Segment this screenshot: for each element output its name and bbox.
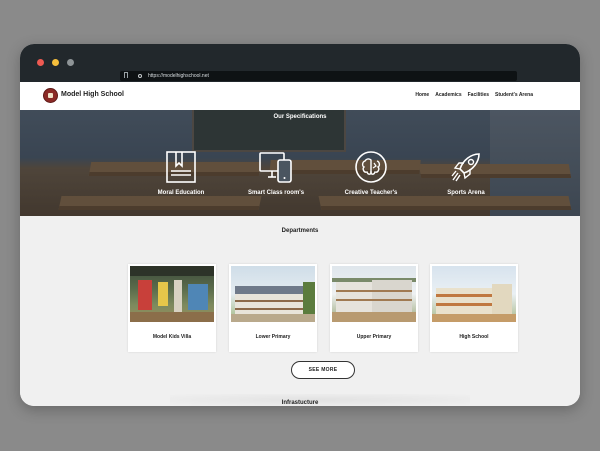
departments-section: Departments Model Kids Villa Lower Prima… [20,216,580,406]
spec-label: Sports Arena [447,190,485,196]
address-bar[interactable]: https://modelhighschool.net [120,71,517,81]
lower-primary-photo [231,266,315,322]
school-logo[interactable] [44,89,57,102]
minimize-window-button[interactable] [52,59,59,66]
see-more-button[interactable]: SEE MORE [291,361,355,379]
spec-moral-education[interactable]: Moral Education [136,150,226,196]
nav-home[interactable]: Home [415,92,429,98]
infrastructure-title: Infrastucture [281,400,319,406]
address-bar-url: https://modelhighschool.net [148,73,209,79]
department-label: High School [459,334,489,340]
browser-window: https://modelhighschool.net Model High S… [20,44,580,406]
high-school-photo [432,266,516,322]
close-window-button[interactable] [37,59,44,66]
department-card-kids-villa[interactable]: Model Kids Villa [128,264,216,352]
spec-sports-arena[interactable]: Sports Arena [421,150,511,196]
spec-label: Creative Teacher's [344,190,398,196]
nav-links: Home Academics Facilities Student's Aren… [415,92,533,98]
kids-villa-photo [130,266,214,322]
book-icon [166,151,196,183]
rocket-icon [451,153,480,182]
maximize-window-button[interactable] [67,59,74,66]
nav-academics[interactable]: Academics [435,92,461,98]
devices-icon [259,152,292,183]
browser-titlebar: https://modelhighschool.net [20,44,580,82]
department-label: Upper Primary [356,334,392,340]
specifications-title: Our Specifications [273,114,327,120]
departments-title: Departments [281,228,319,234]
upper-primary-photo [332,266,416,322]
spec-smart-classroom[interactable]: Smart Class room's [231,150,321,196]
department-card-high-school[interactable]: High School [430,264,518,352]
site-info-icon[interactable] [138,74,142,78]
bookmark-icon[interactable] [124,72,128,78]
specifications-banner: Our Specifications Moral Education Smart… [20,110,580,216]
spec-label: Moral Education [157,190,205,196]
site-navbar: Model High School Home Academics Facilit… [20,82,580,111]
brain-icon [355,151,387,183]
department-label: Lower Primary [255,334,291,340]
site-brand[interactable]: Model High School [61,91,124,98]
department-card-upper-primary[interactable]: Upper Primary [330,264,418,352]
nav-facilities[interactable]: Facilities [468,92,489,98]
spec-creative-teachers[interactable]: Creative Teacher's [326,150,416,196]
department-label: Model Kids Villa [152,334,192,340]
spec-label: Smart Class room's [247,190,305,196]
department-card-lower-primary[interactable]: Lower Primary [229,264,317,352]
nav-students-arena[interactable]: Student's Arena [495,92,533,98]
